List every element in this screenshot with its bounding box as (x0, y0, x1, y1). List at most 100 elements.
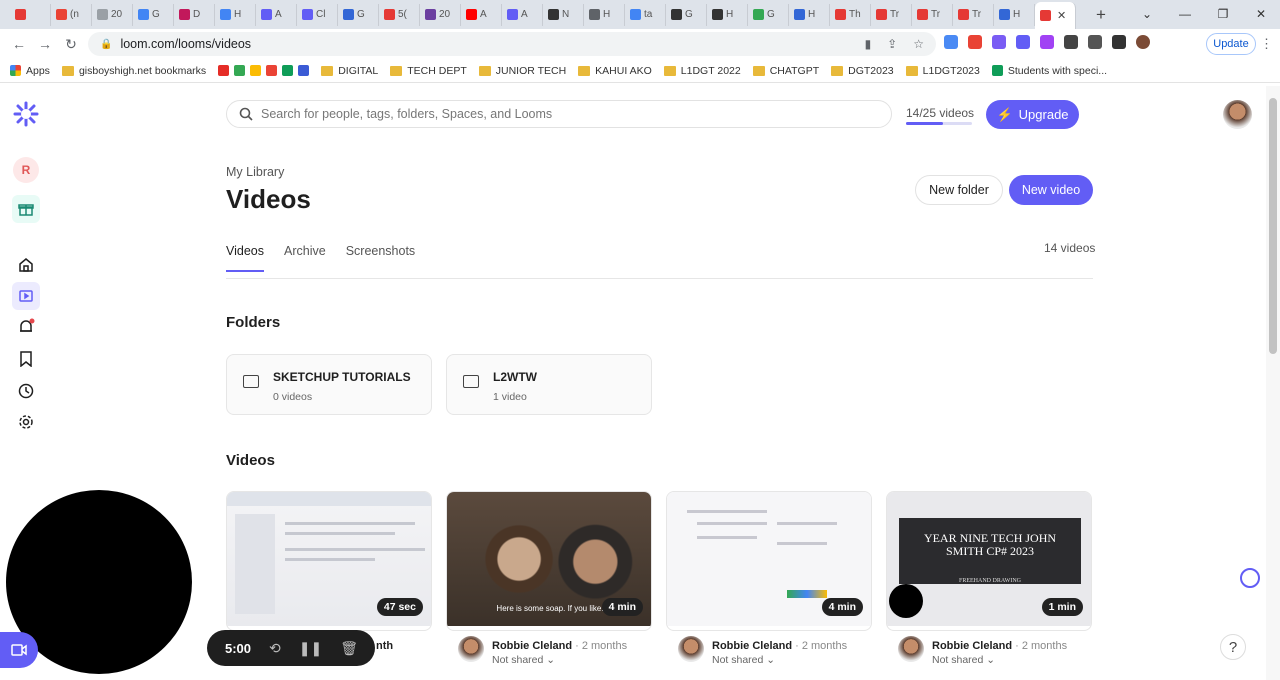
browser-tab[interactable]: G (666, 3, 707, 26)
media-icon[interactable] (1088, 35, 1102, 49)
bookmark-folder[interactable]: TECH DEPT (390, 65, 467, 77)
settings-gear-icon[interactable] (12, 408, 40, 436)
bookmark-folder[interactable]: L1DGT2023 (905, 65, 980, 77)
bookmark-star-icon[interactable]: ☆ (913, 37, 924, 51)
browser-update-button[interactable]: Update (1206, 33, 1256, 55)
browser-tab[interactable]: 5( (379, 3, 420, 26)
browser-tab[interactable]: G (338, 3, 379, 26)
bookmark-favicon[interactable] (250, 65, 262, 76)
maximize-button[interactable]: ❐ (1204, 0, 1242, 28)
share-status-dropdown[interactable]: Not shared ⌄ (492, 654, 555, 666)
browser-tab[interactable]: Th (830, 3, 871, 26)
breadcrumb[interactable]: My Library (226, 165, 284, 179)
bookmark-folder[interactable]: L1DGT 2022 (663, 65, 741, 77)
camera-icon[interactable]: ▮ (865, 37, 872, 51)
trash-icon[interactable]: 🗑 (340, 640, 358, 657)
browser-tab[interactable]: Tr (871, 3, 912, 26)
browser-tab[interactable]: G (748, 3, 789, 26)
extension-icon[interactable] (1040, 35, 1054, 49)
address-bar[interactable]: 🔒 loom.com/looms/videos ▮ ⇪ ☆ (88, 32, 936, 56)
video-quota-count[interactable]: 14/25 videos (906, 106, 974, 120)
browser-tab[interactable]: 20 (420, 3, 461, 26)
reload-button[interactable]: ↻ (58, 36, 84, 53)
video-card[interactable]: Here is some soap. If you like. 4 min (446, 491, 652, 631)
tab-videos[interactable]: Videos (226, 244, 264, 272)
bookmark-folder[interactable]: KAHUI AKO (578, 65, 652, 77)
browser-tab[interactable]: G (133, 3, 174, 26)
bookmark-folder[interactable]: CHATGPT (752, 65, 819, 77)
back-button[interactable]: ← (6, 36, 32, 52)
help-button[interactable]: ? (1220, 634, 1246, 660)
sidepanel-icon[interactable] (1112, 35, 1126, 49)
close-window-button[interactable]: ✕ (1242, 0, 1280, 28)
close-tab-icon[interactable]: ✕ (1057, 9, 1066, 22)
browser-tab[interactable] (10, 3, 51, 26)
browser-tab[interactable]: N (543, 3, 584, 26)
browser-tab[interactable]: D (174, 3, 215, 26)
browser-tab[interactable]: ✕ (1035, 2, 1076, 29)
folder-card[interactable]: L2WTW 1 video (446, 354, 652, 415)
bookmark-link[interactable]: Students with speci... (991, 65, 1107, 77)
loom-assistant-icon[interactable] (1240, 568, 1260, 588)
upgrade-button[interactable]: ⚡ Upgrade (986, 100, 1079, 129)
bookmark-apps[interactable]: Apps (10, 65, 50, 77)
bookmark-favicon[interactable] (234, 65, 246, 76)
record-camera-button[interactable] (0, 632, 38, 668)
puzzle-icon[interactable] (1064, 35, 1078, 49)
browser-tab[interactable]: H (707, 3, 748, 26)
menu-dots-icon[interactable]: ⋮ (1260, 36, 1273, 52)
tab-search-icon[interactable]: ⌄ (1128, 0, 1166, 28)
video-card[interactable]: 4 min (666, 491, 872, 631)
tab-screenshots[interactable]: Screenshots (346, 244, 415, 272)
home-icon[interactable] (12, 251, 40, 279)
loom-logo-icon[interactable] (12, 100, 40, 128)
notifications-bell-icon[interactable] (12, 313, 40, 341)
folder-card[interactable]: SKETCHUP TUTORIALS 0 videos (226, 354, 432, 415)
scrollbar-thumb[interactable] (1269, 98, 1277, 354)
search-input[interactable]: Search for people, tags, folders, Spaces… (226, 100, 892, 128)
share-icon[interactable]: ⇪ (887, 37, 897, 51)
browser-tab[interactable]: A (256, 3, 297, 26)
bookmark-favicon[interactable] (218, 65, 230, 76)
browser-tab[interactable]: ta (625, 3, 666, 26)
bookmark-favicon[interactable] (266, 65, 278, 76)
video-card[interactable]: YEAR NINE TECH JOHN SMITH CP# 2023 FREEH… (886, 491, 1092, 631)
workspace-avatar[interactable]: R (12, 156, 40, 184)
user-avatar[interactable] (1223, 100, 1252, 129)
minimize-button[interactable]: — (1166, 0, 1204, 28)
bookmark-favicon[interactable] (282, 65, 294, 76)
extension-icon[interactable] (1016, 35, 1030, 49)
browser-tab[interactable]: H (584, 3, 625, 26)
restart-icon[interactable]: ⟲ (269, 640, 281, 657)
browser-tab[interactable]: Tr (912, 3, 953, 26)
browser-tab[interactable]: H (994, 3, 1035, 26)
browser-tab[interactable]: H (215, 3, 256, 26)
bookmark-icon[interactable] (12, 345, 40, 373)
extension-icon[interactable] (968, 35, 982, 49)
share-status-dropdown[interactable]: Not shared ⌄ (932, 654, 995, 666)
gift-icon[interactable] (12, 195, 40, 223)
new-tab-button[interactable]: + (1096, 5, 1106, 25)
new-folder-button[interactable]: New folder (915, 175, 1003, 205)
browser-tab[interactable]: 20 (92, 3, 133, 26)
browser-tab[interactable]: A (502, 3, 543, 26)
bookmark-folder[interactable]: DIGITAL (321, 65, 378, 77)
extension-icon[interactable] (944, 35, 958, 49)
browser-tab[interactable]: Tr (953, 3, 994, 26)
browser-tab[interactable]: Cl (297, 3, 338, 26)
library-icon[interactable] (12, 282, 40, 310)
profile-avatar[interactable] (1136, 35, 1150, 49)
forward-button[interactable]: → (32, 36, 58, 52)
new-video-button[interactable]: New video (1009, 175, 1093, 205)
bookmark-folder[interactable]: DGT2023 (831, 65, 894, 77)
bookmark-folder[interactable]: gisboyshigh.net bookmarks (61, 65, 206, 77)
browser-tab[interactable]: H (789, 3, 830, 26)
browser-tab[interactable]: A (461, 3, 502, 26)
share-status-dropdown[interactable]: Not shared ⌄ (712, 654, 775, 666)
bookmark-favicon[interactable] (298, 65, 310, 76)
page-scrollbar[interactable] (1266, 86, 1280, 680)
bookmark-folder[interactable]: JUNIOR TECH (478, 65, 566, 77)
pause-icon[interactable]: ❚❚ (299, 640, 322, 657)
history-clock-icon[interactable] (12, 377, 40, 405)
extension-icon[interactable] (992, 35, 1006, 49)
